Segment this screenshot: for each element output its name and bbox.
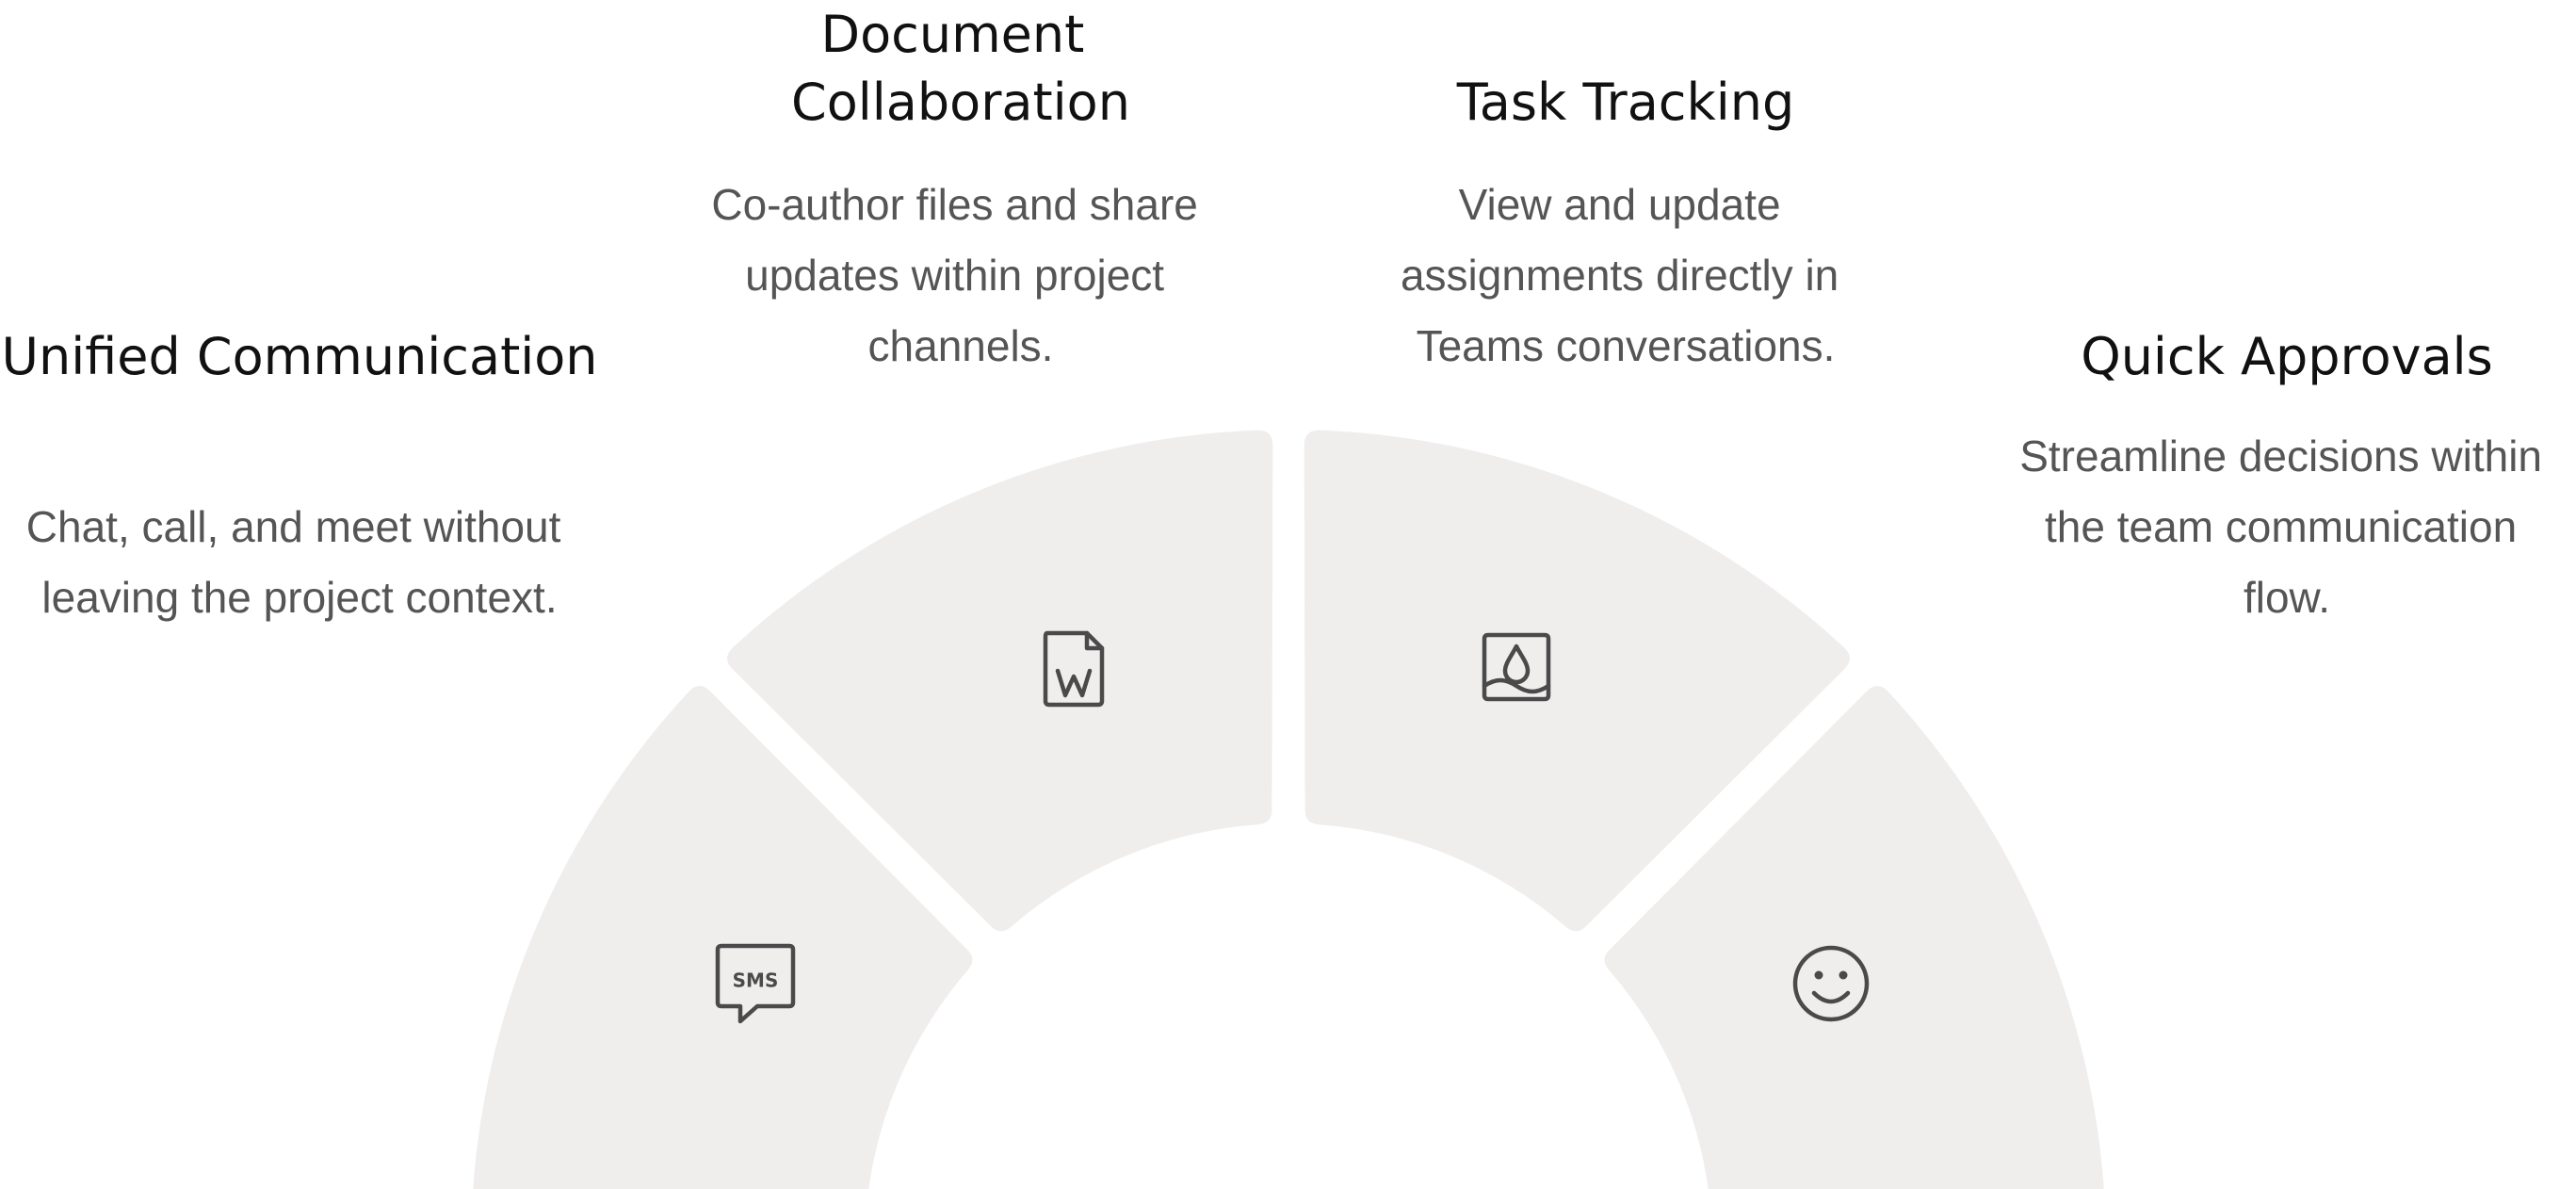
feature-title: Document Collaboration [791, 5, 1130, 132]
feature-document-collaboration: Document Collaboration Co-author files a… [711, 5, 1209, 370]
feature-description: Chat, call, and meet without leaving the… [26, 502, 573, 622]
feature-title: Quick Approvals [2081, 327, 2493, 386]
svg-text:SMS: SMS [733, 969, 779, 992]
feature-arc-diagram: SMS Unified Communication Chat, call, an… [1, 5, 2554, 1189]
feature-description: Co-author files and share updates within… [711, 180, 1209, 370]
feature-title: Unified Communication [1, 327, 597, 386]
feature-title: Task Tracking [1456, 73, 1795, 132]
feature-task-tracking: Task Tracking View and update assignment… [1401, 73, 1851, 370]
feature-description: Streamline decisions within the team com… [2019, 432, 2554, 622]
feature-description: View and update assignments directly in … [1401, 180, 1851, 370]
feature-unified-communication: Unified Communication Chat, call, and me… [1, 327, 597, 622]
arc-segments [473, 430, 2104, 1189]
feature-quick-approvals: Quick Approvals Streamline decisions wit… [2019, 327, 2554, 622]
